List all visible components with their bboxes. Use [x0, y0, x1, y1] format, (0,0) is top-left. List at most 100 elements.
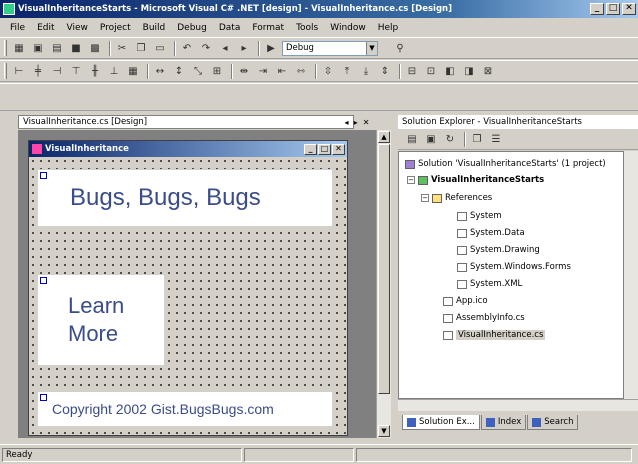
paste-icon[interactable]: ▭ — [152, 41, 168, 56]
tree-item-file-selected[interactable]: VisualInheritance.cs — [443, 329, 546, 341]
scroll-up-icon[interactable]: ▲ — [378, 131, 390, 143]
tree-item-file[interactable]: AssemblyInfo.cs — [443, 312, 525, 324]
horizontal-spacing-icon[interactable]: ⇹ — [236, 64, 252, 79]
properties-icon[interactable]: ☰ — [488, 132, 504, 147]
show-all-files-icon[interactable]: ❐ — [469, 132, 485, 147]
navigate-back-icon[interactable]: ◂ — [217, 41, 233, 56]
vertical-spacing-icon[interactable]: ⇳ — [320, 64, 336, 79]
align-centers-icon[interactable]: ╪ — [30, 64, 46, 79]
scroll-right-icon[interactable]: ▸ — [354, 118, 358, 127]
add-item-icon[interactable]: ▣ — [30, 41, 46, 56]
close-button[interactable]: ✕ — [622, 3, 636, 15]
same-height-icon[interactable]: ↕ — [171, 64, 187, 79]
designer-form[interactable]: VisualInheritance _ □ ✕ Bugs, Bugs, Bugs… — [28, 140, 348, 436]
toolbar-grip[interactable] — [4, 40, 7, 56]
start-icon[interactable]: ▶ — [263, 41, 279, 56]
form-maximize-button[interactable]: □ — [318, 143, 331, 155]
toolbar-grip[interactable] — [4, 63, 7, 79]
save-icon[interactable]: ■ — [68, 41, 84, 56]
same-width-icon[interactable]: ↔ — [152, 64, 168, 79]
collapse-icon[interactable]: − — [421, 194, 429, 202]
bring-to-front-icon[interactable]: ◧ — [442, 64, 458, 79]
new-project-icon[interactable]: ▦ — [11, 41, 27, 56]
banner-panel[interactable]: Bugs, Bugs, Bugs — [37, 169, 333, 227]
center-horizontally-icon[interactable]: ⊟ — [404, 64, 420, 79]
tree-item-file[interactable]: App.ico — [443, 295, 488, 307]
menu-data[interactable]: Data — [213, 23, 247, 33]
solution-config-combo[interactable]: Debug ▼ — [282, 40, 378, 56]
solution-tree-vertical-scrollbar[interactable] — [624, 151, 638, 399]
designer-vertical-scrollbar[interactable]: ▲ ▼ — [376, 130, 391, 438]
tab-search[interactable]: Search — [527, 415, 579, 430]
align-bottoms-icon[interactable]: ⊥ — [106, 64, 122, 79]
decrease-h-spacing-icon[interactable]: ⇤ — [274, 64, 290, 79]
remove-h-spacing-icon[interactable]: ⇿ — [293, 64, 309, 79]
form-minimize-button[interactable]: _ — [304, 143, 317, 155]
menu-build[interactable]: Build — [137, 23, 172, 33]
solution-tree-horizontal-scrollbar[interactable] — [398, 399, 638, 411]
minimize-button[interactable]: _ — [590, 3, 604, 15]
redo-icon[interactable]: ↷ — [198, 41, 214, 56]
maximize-button[interactable]: □ — [606, 3, 620, 15]
scroll-left-icon[interactable]: ◂ — [345, 118, 349, 127]
copyright-label[interactable]: Copyright 2002 Gist.BugsBugs.com — [52, 401, 274, 417]
undo-icon[interactable]: ↶ — [179, 41, 195, 56]
view-code-icon[interactable]: ▤ — [404, 132, 420, 147]
center-vertically-icon[interactable]: ⊡ — [423, 64, 439, 79]
scroll-thumb[interactable] — [378, 144, 390, 394]
toolbar-separator — [315, 63, 317, 79]
same-size-icon[interactable]: ⤡ — [190, 64, 206, 79]
align-to-grid-icon[interactable]: ▦ — [125, 64, 141, 79]
menu-project[interactable]: Project — [94, 23, 137, 33]
learn-more-panel[interactable]: Learn More — [37, 274, 165, 366]
tree-item-reference[interactable]: System.Drawing — [457, 244, 540, 256]
tree-item-references[interactable]: − References — [421, 192, 492, 204]
tree-item-reference[interactable]: System.XML — [457, 278, 522, 290]
close-document-icon[interactable]: ✕ — [363, 118, 370, 127]
menu-file[interactable]: File — [4, 23, 31, 33]
learn-more-line-1[interactable]: Learn — [68, 293, 124, 319]
menu-help[interactable]: Help — [372, 23, 405, 33]
banner-label[interactable]: Bugs, Bugs, Bugs — [70, 184, 261, 212]
save-all-icon[interactable]: ▩ — [87, 41, 103, 56]
menu-view[interactable]: View — [61, 23, 94, 33]
menu-edit[interactable]: Edit — [31, 23, 60, 33]
remove-v-spacing-icon[interactable]: ⇕ — [377, 64, 393, 79]
tree-item-project[interactable]: − VisualInheritanceStarts — [407, 174, 544, 186]
tree-item-reference[interactable]: System.Data — [457, 227, 525, 239]
chevron-down-icon[interactable]: ▼ — [366, 41, 377, 55]
tree-item-solution[interactable]: Solution 'VisualInheritanceStarts' (1 pr… — [405, 158, 606, 170]
learn-more-line-2[interactable]: More — [68, 321, 118, 347]
control-smart-tag-icon — [40, 277, 47, 284]
size-to-grid-icon[interactable]: ⊞ — [209, 64, 225, 79]
menu-debug[interactable]: Debug — [171, 23, 213, 33]
scroll-down-icon[interactable]: ▼ — [378, 425, 390, 437]
navigate-forward-icon[interactable]: ▸ — [236, 41, 252, 56]
form-close-button[interactable]: ✕ — [332, 143, 345, 155]
lock-controls-icon[interactable]: ⊠ — [480, 64, 496, 79]
menu-tools[interactable]: Tools — [290, 23, 324, 33]
align-middles-icon[interactable]: ╫ — [87, 64, 103, 79]
menu-format[interactable]: Format — [246, 23, 290, 33]
align-tops-icon[interactable]: ⊤ — [68, 64, 84, 79]
refresh-icon[interactable]: ↻ — [442, 132, 458, 147]
decrease-v-spacing-icon[interactable]: ⤓ — [358, 64, 374, 79]
tree-item-reference[interactable]: System — [457, 210, 502, 222]
collapse-icon[interactable]: − — [407, 176, 415, 184]
align-lefts-icon[interactable]: ⊢ — [11, 64, 27, 79]
tree-item-reference[interactable]: System.Windows.Forms — [457, 261, 571, 273]
menu-window[interactable]: Window — [324, 23, 372, 33]
send-to-back-icon[interactable]: ◨ — [461, 64, 477, 79]
find-icon[interactable]: ⚲ — [392, 41, 408, 56]
open-file-icon[interactable]: ▤ — [49, 41, 65, 56]
align-rights-icon[interactable]: ⊣ — [49, 64, 65, 79]
increase-v-spacing-icon[interactable]: ⤒ — [339, 64, 355, 79]
copy-icon[interactable]: ❐ — [133, 41, 149, 56]
document-tab[interactable]: VisualInheritance.cs [Design] — [18, 115, 354, 129]
cut-icon[interactable]: ✂ — [114, 41, 130, 56]
copyright-panel[interactable]: Copyright 2002 Gist.BugsBugs.com — [37, 391, 333, 427]
view-designer-icon[interactable]: ▣ — [423, 132, 439, 147]
tab-index[interactable]: Index — [480, 415, 527, 430]
increase-h-spacing-icon[interactable]: ⇥ — [255, 64, 271, 79]
tab-solution-explorer[interactable]: Solution Ex... — [402, 415, 480, 430]
